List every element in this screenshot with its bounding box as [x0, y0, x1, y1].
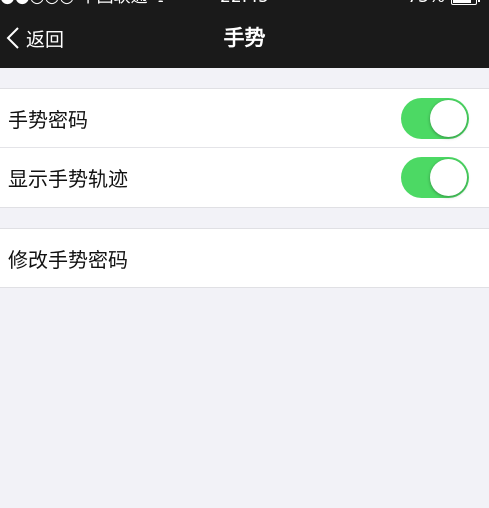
status-bar: ●●○○○ 中国联通 ᯤ 22:45 73%	[0, 0, 489, 8]
show-gesture-trail-toggle[interactable]	[401, 157, 469, 198]
navigation-bar: 返回 手势	[0, 8, 489, 68]
gesture-settings-group: 手势密码 显示手势轨迹	[0, 88, 489, 208]
show-gesture-trail-label: 显示手势轨迹	[8, 167, 128, 191]
modify-gesture-password-cell[interactable]: 修改手势密码	[0, 229, 489, 288]
gesture-password-toggle[interactable]	[401, 98, 469, 139]
toggle-knob	[430, 159, 467, 196]
page-title: 手势	[223, 26, 266, 50]
battery-percent: 73%	[407, 0, 445, 8]
modify-gesture-group: 修改手势密码	[0, 228, 489, 288]
show-gesture-trail-cell: 显示手势轨迹	[0, 148, 489, 207]
gesture-password-cell: 手势密码	[0, 89, 489, 148]
gesture-password-label: 手势密码	[8, 107, 88, 132]
screen: ●●○○○ 中国联通 ᯤ 22:45 73% 返回 手势 手势密码 显示手势轨迹…	[0, 0, 489, 508]
toggle-knob	[430, 100, 467, 137]
modify-gesture-password-label: 修改手势密码	[8, 248, 128, 272]
battery-icon	[451, 0, 480, 5]
